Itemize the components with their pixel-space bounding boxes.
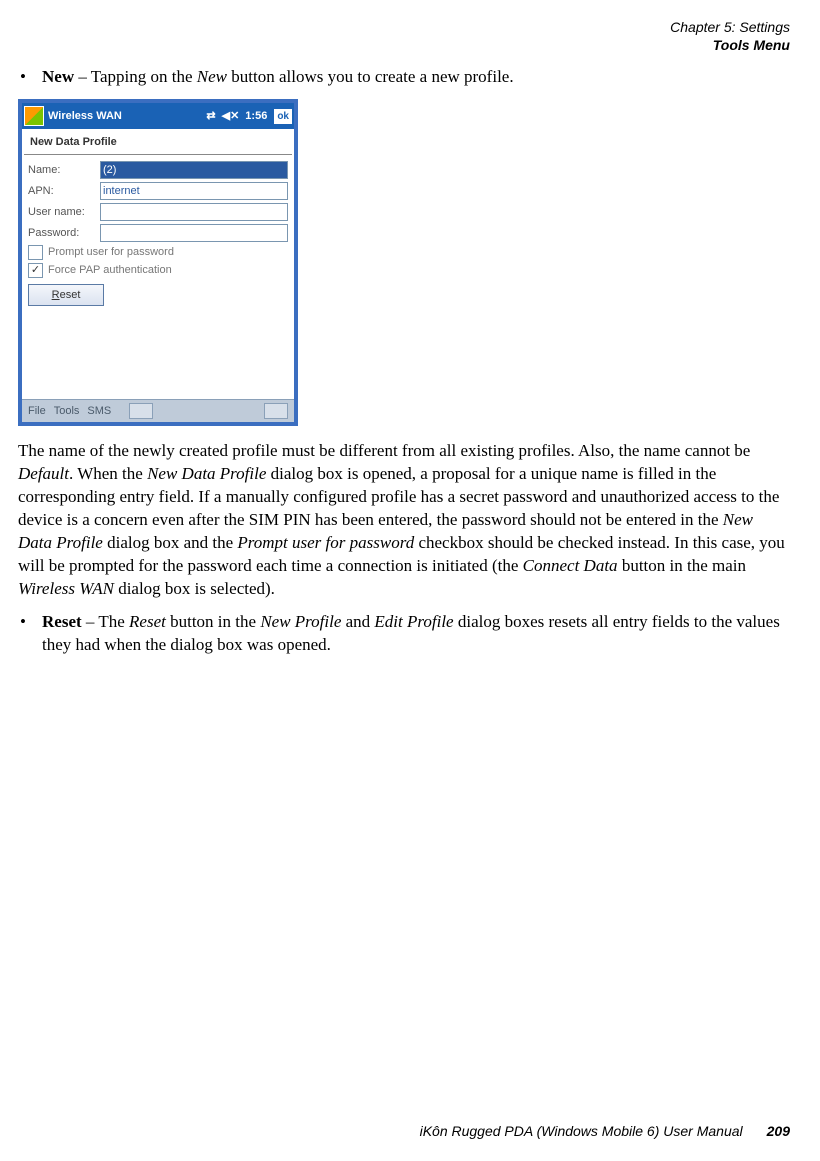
menu-sms[interactable]: SMS	[87, 404, 111, 419]
sip-up-icon[interactable]	[264, 403, 288, 419]
reset-button[interactable]: Reset	[28, 284, 104, 306]
dialog-body: Name: (2) APN: internet User name: Passw…	[22, 155, 294, 399]
menu-file[interactable]: File	[28, 404, 46, 419]
bullet-marker: •	[18, 611, 42, 657]
label-name: Name:	[28, 163, 100, 178]
pda-bottombar: File Tools SMS	[22, 399, 294, 422]
menu-tools[interactable]: Tools	[54, 404, 80, 419]
bullet-new: • New – Tapping on the New button allows…	[18, 66, 790, 89]
label-force-pap: Force PAP authentication	[48, 263, 172, 278]
input-apn[interactable]: internet	[100, 182, 288, 200]
input-password[interactable]	[100, 224, 288, 242]
term-new: New	[42, 67, 74, 86]
bullet-text: Reset – The Reset button in the New Prof…	[42, 611, 790, 657]
start-icon[interactable]	[24, 106, 44, 126]
bullet-text: New – Tapping on the New button allows y…	[42, 66, 790, 89]
label-username: User name:	[28, 205, 100, 220]
embedded-screenshot: Wireless WAN ⇄ ◀✕ 1:56 ok New Data Profi…	[18, 99, 790, 426]
keyboard-icon[interactable]	[129, 403, 153, 419]
signal-icon: ⇄	[206, 109, 215, 124]
checkbox-prompt-password[interactable]	[28, 245, 43, 260]
checkbox-force-pap[interactable]: ✓	[28, 263, 43, 278]
label-prompt-password: Prompt user for password	[48, 245, 174, 260]
header-chapter: Chapter 5: Settings	[18, 18, 790, 36]
input-name[interactable]: (2)	[100, 161, 288, 179]
page-number: 209	[767, 1122, 790, 1141]
input-username[interactable]	[100, 203, 288, 221]
term-reset: Reset	[42, 612, 82, 631]
pda-titlebar: Wireless WAN ⇄ ◀✕ 1:56 ok	[22, 103, 294, 129]
bullet-marker: •	[18, 66, 42, 89]
pda-window: Wireless WAN ⇄ ◀✕ 1:56 ok New Data Profi…	[18, 99, 298, 426]
window-title: Wireless WAN	[48, 109, 203, 124]
volume-icon: ◀✕	[222, 109, 240, 124]
dialog-title: New Data Profile	[24, 129, 292, 155]
page-footer: iKôn Rugged PDA (Windows Mobile 6) User …	[18, 1122, 790, 1141]
ok-button[interactable]: ok	[274, 109, 292, 125]
footer-title: iKôn Rugged PDA (Windows Mobile 6) User …	[420, 1122, 743, 1141]
label-password: Password:	[28, 226, 100, 241]
header-section: Tools Menu	[18, 36, 790, 54]
page-header: Chapter 5: Settings Tools Menu	[18, 18, 790, 54]
bullet-reset: • Reset – The Reset button in the New Pr…	[18, 611, 790, 657]
paragraph-profile-name: The name of the newly created profile mu…	[18, 440, 790, 601]
clock-text: 1:56	[245, 109, 267, 124]
label-apn: APN:	[28, 184, 100, 199]
